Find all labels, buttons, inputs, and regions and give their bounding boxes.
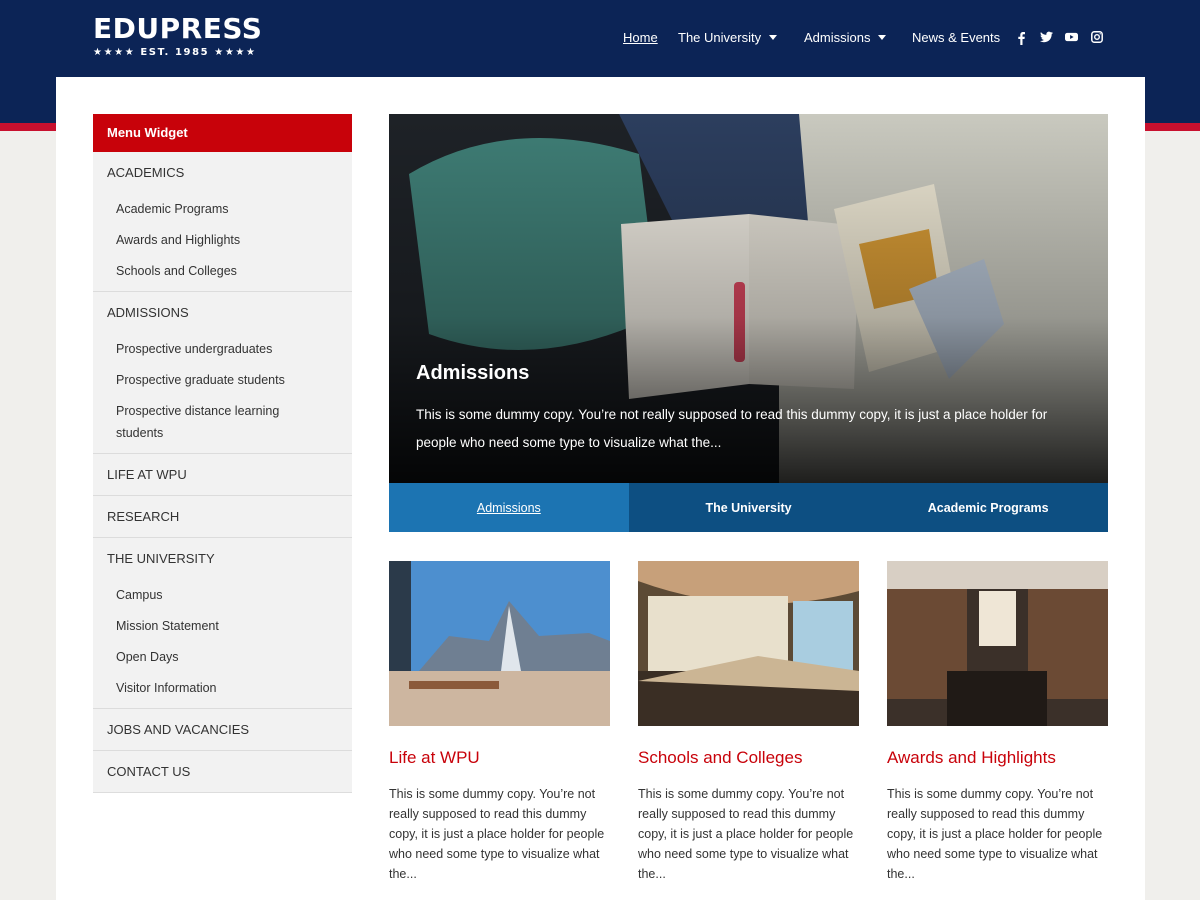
slider-tab-the-university[interactable]: The University xyxy=(628,483,869,532)
main-content: Menu Widget ACADEMICS Academic Programs … xyxy=(56,77,1145,900)
card-title[interactable]: Awards and Highlights xyxy=(887,748,1108,768)
sidebar-item-academic-programs[interactable]: Academic Programs xyxy=(116,194,352,225)
sidebar-menu: ACADEMICS Academic Programs Awards and H… xyxy=(93,152,352,793)
nav-item-admissions[interactable]: Admissions xyxy=(804,30,887,45)
hero-slider[interactable]: Admissions This is some dummy copy. You’… xyxy=(389,114,1108,483)
card-title[interactable]: Life at WPU xyxy=(389,748,610,768)
nav-item-news-events[interactable]: News & Events xyxy=(912,30,1000,45)
sidebar-section-jobs: JOBS AND VACANCIES xyxy=(93,708,352,750)
sidebar-section-contact: CONTACT US xyxy=(93,750,352,792)
sidebar-item-contact-us[interactable]: CONTACT US xyxy=(107,764,352,779)
slide-text: This is some dummy copy. You’re not real… xyxy=(416,407,1048,450)
slider-tab-academic-programs[interactable]: Academic Programs xyxy=(868,483,1109,532)
sidebar-item-jobs-and-vacancies[interactable]: JOBS AND VACANCIES xyxy=(107,722,352,737)
sidebar-item-prospective-undergraduates[interactable]: Prospective undergraduates xyxy=(116,334,352,365)
nav-item-the-university[interactable]: The University xyxy=(678,30,778,45)
card-awards-and-highlights: Awards and Highlights This is some dummy… xyxy=(887,561,1108,884)
sidebar-item-life-at-wpu[interactable]: LIFE AT WPU xyxy=(107,467,352,482)
chevron-down-icon xyxy=(769,35,778,40)
nav-item-label: The University xyxy=(678,30,762,45)
nav-item-label: Admissions xyxy=(804,30,871,45)
chevron-down-icon xyxy=(878,35,887,40)
sidebar-item-research[interactable]: RESEARCH xyxy=(107,509,352,524)
card-text: This is some dummy copy. You’re not real… xyxy=(887,787,1103,881)
slide-title[interactable]: Admissions xyxy=(416,362,529,385)
widget-title: Menu Widget xyxy=(93,114,352,152)
sidebar-item-awards-and-highlights[interactable]: Awards and Highlights xyxy=(116,225,352,256)
sidebar-section-academics: ACADEMICS Academic Programs Awards and H… xyxy=(93,152,352,291)
sidebar-item-mission-statement[interactable]: Mission Statement xyxy=(116,611,352,642)
sidebar-section-admissions: ADMISSIONS Prospective undergraduates Pr… xyxy=(93,291,352,453)
sidebar-section-research: RESEARCH xyxy=(93,495,352,537)
card-image[interactable] xyxy=(887,561,1108,726)
sidebar-item-campus[interactable]: Campus xyxy=(116,580,352,611)
nav-item-label: Home xyxy=(623,30,658,45)
submenu: Academic Programs Awards and Highlights … xyxy=(107,180,352,291)
card-text: This is some dummy copy. You’re not real… xyxy=(389,787,605,881)
submenu: Prospective undergraduates Prospective g… xyxy=(107,320,352,453)
sidebar-item-academics[interactable]: ACADEMICS xyxy=(107,165,352,180)
nav-item-label: News & Events xyxy=(912,30,1001,45)
card-schools-and-colleges: Schools and Colleges This is some dummy … xyxy=(638,561,859,884)
youtube-icon[interactable] xyxy=(1065,31,1078,43)
sidebar-item-visitor-information[interactable]: Visitor Information xyxy=(116,673,352,704)
card-title[interactable]: Schools and Colleges xyxy=(638,748,859,768)
card-image[interactable] xyxy=(638,561,859,726)
sidebar-item-the-university[interactable]: THE UNIVERSITY xyxy=(107,551,352,566)
twitter-icon[interactable] xyxy=(1040,31,1053,43)
card-image[interactable] xyxy=(389,561,610,726)
slider-tab-admissions[interactable]: Admissions xyxy=(389,483,629,532)
instagram-icon[interactable] xyxy=(1091,31,1103,43)
nav-item-home[interactable]: Home xyxy=(623,30,658,45)
logo-name: EDUPRESS xyxy=(93,12,263,45)
slider-tabs: Admissions The University Academic Progr… xyxy=(389,483,1109,532)
card-life-at-wpu: Life at WPU This is some dummy copy. You… xyxy=(389,561,610,884)
sidebar-section-the-university: THE UNIVERSITY Campus Mission Statement … xyxy=(93,537,352,708)
submenu: Campus Mission Statement Open Days Visit… xyxy=(107,566,352,708)
sidebar-item-admissions[interactable]: ADMISSIONS xyxy=(107,305,352,320)
facebook-icon[interactable] xyxy=(1016,31,1026,45)
sidebar-section-life-at-wpu: LIFE AT WPU xyxy=(93,453,352,495)
sidebar-item-open-days[interactable]: Open Days xyxy=(116,642,352,673)
logo-established: ★★★★ EST. 1985 ★★★★ xyxy=(93,47,257,58)
sidebar-item-schools-and-colleges[interactable]: Schools and Colleges xyxy=(116,256,352,287)
menu-widget: Menu Widget ACADEMICS Academic Programs … xyxy=(93,114,352,793)
sidebar-item-prospective-distance-learning[interactable]: Prospective distance learning students xyxy=(116,396,296,449)
sidebar-item-prospective-graduate-students[interactable]: Prospective graduate students xyxy=(116,365,352,396)
card-text: This is some dummy copy. You’re not real… xyxy=(638,787,854,881)
site-logo[interactable]: EDUPRESS ★★★★ EST. 1985 ★★★★ xyxy=(93,12,263,59)
